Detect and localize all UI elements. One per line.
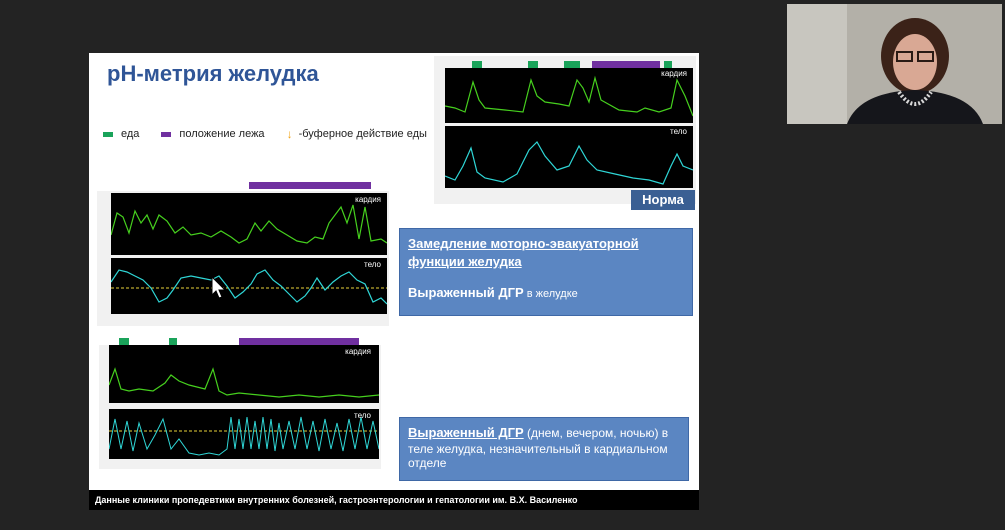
chart1-telo-panel: тело <box>111 258 387 314</box>
chart2-telo-trace <box>109 416 379 456</box>
pointer-cursor-icon <box>211 276 227 299</box>
norm-badge: Норма <box>631 190 695 210</box>
chart1-kardia-panel: кардия <box>111 193 387 255</box>
norm-chart: кардия тело <box>434 56 696 204</box>
slide-title: pH-метрия желудка <box>107 61 319 86</box>
food-swatch <box>103 131 113 137</box>
norm-food-marker-1 <box>472 61 482 68</box>
info-box-motor-bold: Выраженный ДГР <box>408 285 524 300</box>
presenter-video <box>787 4 1002 124</box>
lying-swatch <box>161 131 172 137</box>
chart1: кардия тело <box>97 191 389 326</box>
buffer-arrow-icon: ↓ <box>286 127 293 141</box>
norm-kardia-panel: кардия <box>445 68 693 123</box>
info-box-motor: Замедление моторно-эвакуаторной функции … <box>399 228 693 316</box>
chart2-lying-bar <box>239 338 359 345</box>
norm-kardia-trace <box>445 75 693 117</box>
chart1-telo-label: тело <box>364 260 381 269</box>
presentation-slide: pH-метрия желудка еда положение лежа ↓ -б… <box>89 53 699 510</box>
legend-food-label: еда <box>121 128 140 140</box>
norm-food-marker-3 <box>564 61 580 68</box>
chart1-kardia-label: кардия <box>355 195 381 204</box>
info-box-dgr-text: Выраженный ДГР (днем, вечером, ночью) в … <box>408 424 680 470</box>
chart2-kardia-label: кардия <box>345 347 371 356</box>
info-box-dgr: Выраженный ДГР (днем, вечером, ночью) в … <box>399 417 689 481</box>
info-box-motor-heading: Замедление моторно-эвакуаторной функции … <box>408 236 639 269</box>
legend-buffer: ↓ -буферное действие еды <box>287 127 427 141</box>
slide-footer: Данные клиники пропедевтики внутренних б… <box>89 490 699 510</box>
norm-food-marker-4 <box>664 61 672 68</box>
chart2-food-marker-2 <box>169 338 177 345</box>
legend: еда положение лежа ↓ -буферное действие е… <box>103 127 449 141</box>
norm-lying-bar <box>592 61 660 68</box>
chart1-telo-trace <box>111 269 387 305</box>
chart2: кардия тело <box>99 345 381 469</box>
chart2-telo-label: тело <box>354 411 371 420</box>
info-box-dgr-heading: Выраженный ДГР <box>408 425 524 440</box>
norm-telo-trace <box>445 141 693 185</box>
chart1-kardia-trace <box>111 204 387 244</box>
legend-lying: положение лежа <box>161 128 265 140</box>
legend-buffer-label: -буферное действие еды <box>298 128 427 140</box>
norm-telo-label: тело <box>670 127 687 136</box>
norm-telo-panel: тело <box>445 126 693 188</box>
norm-kardia-label: кардия <box>661 69 687 78</box>
legend-food: еда <box>103 128 139 140</box>
info-box-motor-rest: в желудке <box>523 288 578 300</box>
chart2-kardia-panel: кардия <box>109 345 379 403</box>
legend-lying-label: положение лежа <box>179 128 265 140</box>
chart2-food-marker-1 <box>119 338 129 345</box>
chart1-lying-bar <box>249 182 371 189</box>
norm-food-marker-2 <box>528 61 538 68</box>
info-box-motor-line2: Выраженный ДГР в желудке <box>408 285 684 300</box>
presenter-webcam <box>787 4 1002 124</box>
chart2-telo-panel: тело <box>109 409 379 459</box>
chart2-kardia-trace <box>109 367 379 398</box>
